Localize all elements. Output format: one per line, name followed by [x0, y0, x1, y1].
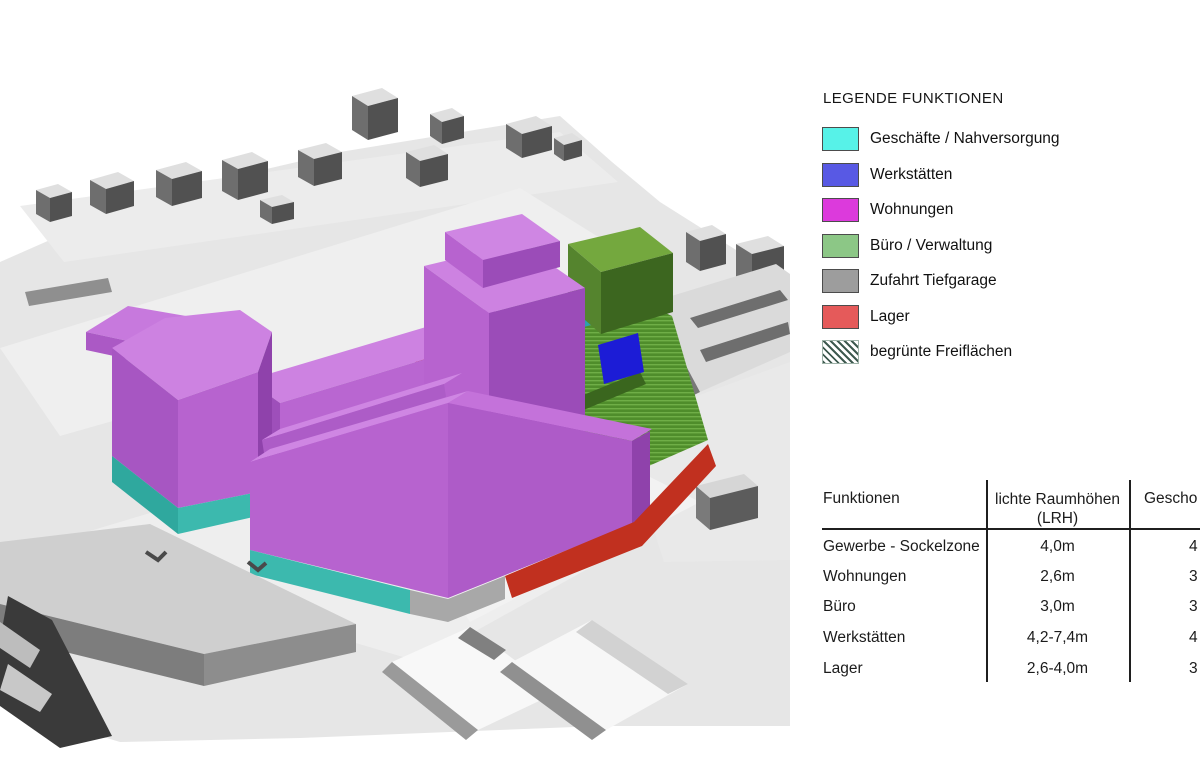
legend-label: begrünte Freiflächen — [870, 343, 1012, 361]
table-row: Gewerbe - Sockelzone 4,0m 4 — [822, 538, 1200, 560]
legend-swatch-lager — [822, 305, 859, 329]
legend-item-tiefgarage: Zufahrt Tiefgarage — [822, 268, 1182, 294]
site-3d-model — [0, 0, 790, 757]
table-header-rule — [822, 528, 1200, 530]
legend-swatch-tiefgarage — [822, 269, 859, 293]
legend-item-freiflaechen: begrünte Freiflächen — [822, 339, 1182, 365]
site-3d-model-svg — [0, 0, 790, 757]
col-header-funktionen: Funktionen — [823, 490, 900, 508]
legend-swatch-wohnungen — [822, 198, 859, 222]
col-header-geschosse: Gescho — [1144, 490, 1197, 508]
legend-swatch-freiflaechen — [822, 340, 859, 364]
legend-item-werkstaetten: Werkstätten — [822, 162, 1182, 188]
table-row: Büro 3,0m 3 — [822, 598, 1200, 620]
table-row: Lager 2,6-4,0m 3 — [822, 660, 1200, 682]
legend-title: LEGENDE FUNKTIONEN — [823, 90, 1182, 107]
legend-label: Werkstätten — [870, 166, 952, 184]
legend-label: Wohnungen — [870, 201, 953, 219]
legend-swatch-geschaefte — [822, 127, 859, 151]
legend-label: Lager — [870, 308, 910, 326]
legend-label: Büro / Verwaltung — [870, 237, 992, 255]
legend-label: Zufahrt Tiefgarage — [870, 272, 997, 290]
col-header-raumhoehen: lichte Raumhöhen (LRH) — [988, 490, 1127, 528]
table-row: Wohnungen 2,6m 3 — [822, 568, 1200, 590]
legend-item-buero: Büro / Verwaltung — [822, 233, 1182, 259]
legend-swatch-werkstaetten — [822, 163, 859, 187]
legend: LEGENDE FUNKTIONEN Geschäfte / Nahversor… — [822, 90, 1182, 375]
legend-item-wohnungen: Wohnungen — [822, 197, 1182, 223]
functions-table: Funktionen lichte Raumhöhen (LRH) Gescho… — [822, 478, 1200, 686]
architectural-plan-page: { "legend": { "title": "LEGENDE FUNKTION… — [0, 0, 1200, 757]
legend-item-lager: Lager — [822, 304, 1182, 330]
legend-swatch-buero — [822, 234, 859, 258]
legend-label: Geschäfte / Nahversorgung — [870, 130, 1060, 148]
legend-item-geschaefte: Geschäfte / Nahversorgung — [822, 126, 1182, 152]
table-row: Werkstätten 4,2-7,4m 4 — [822, 629, 1200, 651]
